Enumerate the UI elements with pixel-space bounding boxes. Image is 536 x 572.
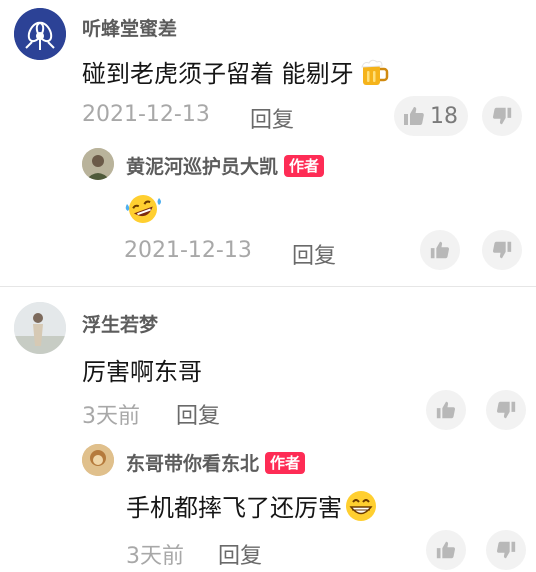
thumbs-down-icon <box>496 541 516 559</box>
thumbs-up-icon <box>404 107 424 125</box>
reply-button[interactable]: 回复 <box>292 238 336 270</box>
reply-author[interactable]: 黄泥河巡护员大凯 <box>126 152 278 179</box>
user-photo-icon <box>82 444 114 476</box>
thumbs-down-icon <box>496 401 516 419</box>
like-button[interactable] <box>420 230 460 270</box>
reply-text <box>124 192 162 230</box>
avatar[interactable] <box>14 302 66 354</box>
comment-date: 2021-12-13 <box>82 102 210 127</box>
comment-date: 3天前 <box>82 404 140 429</box>
comment-divider <box>0 286 536 287</box>
avatar[interactable] <box>82 148 114 180</box>
dislike-button[interactable] <box>486 390 526 430</box>
reply-date: 3天前 <box>126 544 184 569</box>
grin-emoji <box>346 490 376 521</box>
author-badge: 作者 <box>265 451 306 474</box>
reply-author[interactable]: 东哥带你看东北 <box>126 449 259 476</box>
dislike-button[interactable] <box>482 230 522 270</box>
beer-emoji <box>360 59 388 85</box>
like-count: 18 <box>430 103 458 129</box>
thumbs-up-icon <box>430 241 450 259</box>
comment-text: 厉害啊东哥 <box>82 358 202 386</box>
author-badge: 作者 <box>284 154 325 177</box>
reply-button[interactable]: 回复 <box>250 102 294 134</box>
like-button[interactable]: 18 <box>394 96 468 136</box>
thumbs-down-icon <box>492 107 512 125</box>
user-photo-icon <box>82 148 114 180</box>
comment-text-content: 碰到老虎须子留着 能剔牙 <box>82 60 354 88</box>
avatar[interactable] <box>82 444 114 476</box>
avatar[interactable] <box>14 8 66 60</box>
dislike-button[interactable] <box>482 96 522 136</box>
reply-text: 手机都摔飞了还厉害 <box>126 488 378 523</box>
reply-header: 东哥带你看东北 作者 <box>126 449 306 476</box>
reply-date: 2021-12-13 <box>124 238 252 263</box>
user-photo-icon <box>14 302 66 354</box>
thumbs-down-icon <box>492 241 512 259</box>
like-button[interactable] <box>426 390 466 430</box>
dislike-button[interactable] <box>486 530 526 570</box>
comment-author[interactable]: 浮生若梦 <box>82 310 158 337</box>
reply-button[interactable]: 回复 <box>218 538 262 570</box>
reply-text-content: 手机都摔飞了还厉害 <box>126 494 342 522</box>
comment-text: 碰到老虎须子留着 能剔牙 <box>82 54 390 89</box>
reply-button[interactable]: 回复 <box>176 398 220 430</box>
bee-logo-icon <box>14 8 66 60</box>
thumbs-up-icon <box>436 541 456 559</box>
laughing-tears-emoji <box>125 195 161 223</box>
reply-header: 黄泥河巡护员大凯 作者 <box>126 152 325 179</box>
thumbs-up-icon <box>436 401 456 419</box>
like-button[interactable] <box>426 530 466 570</box>
comment-author[interactable]: 听蜂堂蜜差 <box>82 14 177 41</box>
